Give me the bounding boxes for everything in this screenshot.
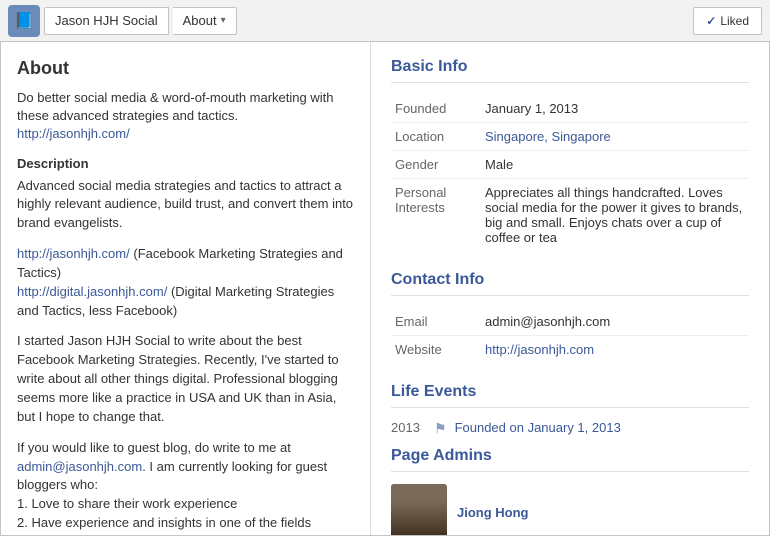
intro-link[interactable]: http://jasonhjh.com/ — [17, 126, 130, 141]
right-panel: Basic Info Founded January 1, 2013 Locat… — [371, 42, 769, 535]
gender-value: Male — [481, 151, 749, 179]
about-tab-label: About — [183, 13, 217, 28]
page-icon-symbol: 📘 — [14, 11, 34, 31]
description-label: Description — [17, 156, 354, 171]
main-content: About Do better social media & word-of-m… — [0, 42, 770, 536]
life-events-title: Life Events — [391, 383, 749, 408]
email-label: Email — [391, 308, 481, 336]
description-text: Advanced social media strategies and tac… — [17, 177, 354, 234]
about-tab[interactable]: About ▾ — [173, 7, 237, 35]
contact-info-table: Email admin@jasonhjh.com Website http://… — [391, 308, 749, 363]
basic-info-table: Founded January 1, 2013 Location Singapo… — [391, 95, 749, 251]
story-text: I started Jason HJH Social to write abou… — [17, 332, 354, 426]
flag-icon: ⚑ — [434, 420, 447, 437]
website-label: Website — [391, 336, 481, 364]
page-name-tab[interactable]: Jason HJH Social — [44, 7, 169, 35]
table-row: Email admin@jasonhjh.com — [391, 308, 749, 336]
link1[interactable]: http://jasonhjh.com/ — [17, 246, 130, 261]
avatar-image — [391, 484, 447, 535]
life-event-year: 2013 — [391, 420, 426, 435]
website-value: http://jasonhjh.com — [481, 336, 749, 364]
table-row: Gender Male — [391, 151, 749, 179]
location-link[interactable]: Singapore, Singapore — [485, 129, 611, 144]
table-row: Founded January 1, 2013 — [391, 95, 749, 123]
guest-blog-text: If you would like to guest blog, do writ… — [17, 439, 354, 535]
guest-email-link[interactable]: admin@jasonhjh.com — [17, 459, 142, 474]
liked-label: Liked — [720, 14, 749, 28]
gender-label: Gender — [391, 151, 481, 179]
contact-info-section: Contact Info Email admin@jasonhjh.com We… — [391, 271, 749, 363]
liked-button[interactable]: ✓ Liked — [693, 7, 762, 35]
table-row: Location Singapore, Singapore — [391, 123, 749, 151]
location-label: Location — [391, 123, 481, 151]
life-events-section: Life Events 2013 ⚑ Founded on January 1,… — [391, 383, 749, 437]
admin-item: Jiong Hong — [391, 484, 749, 535]
location-value: Singapore, Singapore — [481, 123, 749, 151]
email-value: admin@jasonhjh.com — [481, 308, 749, 336]
links-text: http://jasonhjh.com/ (Facebook Marketing… — [17, 245, 354, 320]
life-event-text[interactable]: Founded on January 1, 2013 — [455, 420, 621, 435]
page-icon: 📘 — [8, 5, 40, 37]
left-panel: About Do better social media & word-of-m… — [1, 42, 371, 535]
founded-value: January 1, 2013 — [481, 95, 749, 123]
website-link[interactable]: http://jasonhjh.com — [485, 342, 594, 357]
chevron-down-icon: ▾ — [221, 15, 226, 26]
top-navigation-bar: 📘 Jason HJH Social About ▾ ✓ Liked — [0, 0, 770, 42]
founded-label: Founded — [391, 95, 481, 123]
avatar — [391, 484, 447, 535]
admin-name[interactable]: Jiong Hong — [457, 505, 529, 520]
life-event-item: 2013 ⚑ Founded on January 1, 2013 — [391, 420, 749, 437]
contact-info-title: Contact Info — [391, 271, 749, 296]
basic-info-title: Basic Info — [391, 58, 749, 83]
basic-info-section: Basic Info Founded January 1, 2013 Locat… — [391, 58, 749, 251]
interests-value: Appreciates all things handcrafted. Love… — [481, 179, 749, 252]
table-row: Personal Interests Appreciates all thing… — [391, 179, 749, 252]
about-heading: About — [17, 58, 354, 79]
table-row: Website http://jasonhjh.com — [391, 336, 749, 364]
page-admins-section: Page Admins Jiong Hong — [391, 447, 749, 535]
about-intro: Do better social media & word-of-mouth m… — [17, 89, 354, 144]
link2[interactable]: http://digital.jasonhjh.com/ — [17, 284, 167, 299]
check-icon: ✓ — [706, 14, 716, 28]
interests-label: Personal Interests — [391, 179, 481, 252]
page-admins-title: Page Admins — [391, 447, 749, 472]
